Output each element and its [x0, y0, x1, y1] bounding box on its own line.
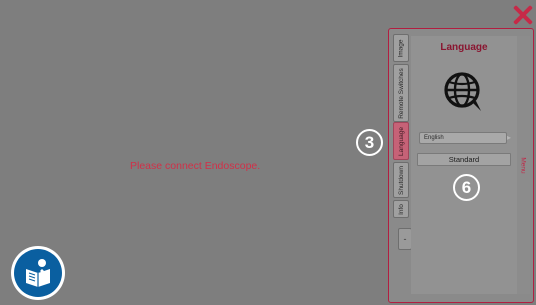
tab-info-label: Info	[397, 203, 405, 215]
menu-toggle[interactable]: Menu	[517, 36, 530, 294]
user-manual-icon[interactable]	[11, 246, 65, 300]
tab-language-label: Language	[397, 126, 405, 156]
menu-label: Menu	[520, 156, 528, 174]
callout-standard-button: 6	[453, 174, 480, 201]
user-manual-icon-inner	[14, 249, 62, 297]
brand-logo-icon	[513, 5, 533, 25]
content-title: Language	[440, 42, 488, 53]
tab-language[interactable]: Language	[393, 122, 409, 160]
panel-tabs: Image Remote Switches Language Shutdown …	[393, 34, 412, 294]
main-screen: Please connect Endoscope. Image Remote S…	[0, 0, 536, 305]
connect-endoscope-message: Please connect Endoscope.	[130, 160, 261, 172]
language-settings-content: Language English ▸ Standard	[411, 36, 517, 294]
tab-shutdown[interactable]: Shutdown	[393, 162, 409, 198]
tab-image[interactable]: Image	[393, 34, 409, 62]
chevron-right-icon[interactable]: ▸	[507, 134, 517, 142]
collapse-button[interactable]: -	[398, 228, 412, 250]
standard-button[interactable]: Standard	[417, 153, 511, 166]
tab-remote-switches[interactable]: Remote Switches	[393, 64, 409, 122]
callout-language-tab: 3	[356, 129, 383, 156]
globe-icon	[444, 72, 481, 111]
tab-image-label: Image	[397, 38, 405, 58]
tab-remote-switches-label: Remote Switches	[397, 67, 405, 119]
language-select[interactable]: English	[419, 132, 507, 144]
tab-shutdown-label: Shutdown	[397, 165, 405, 195]
reading-person-icon	[26, 259, 50, 287]
tab-info[interactable]: Info	[393, 200, 409, 218]
